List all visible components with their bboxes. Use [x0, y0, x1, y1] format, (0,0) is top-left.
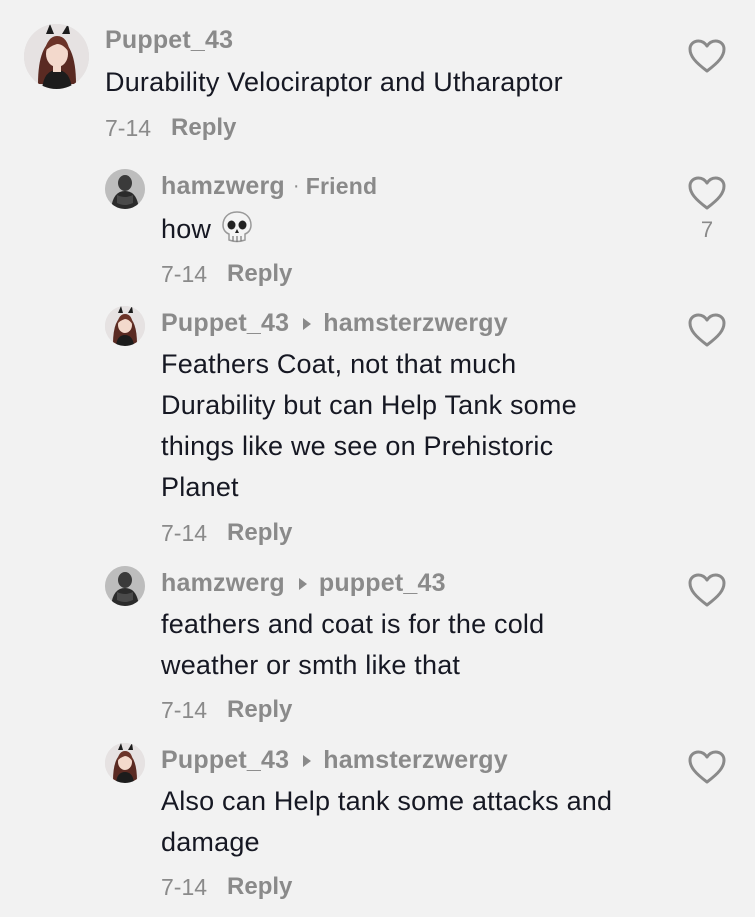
comment-text: Feathers Coat, not that much Durability …: [161, 344, 577, 508]
comment-header: hamzwerg puppet_43: [161, 569, 446, 598]
comment-date: 7-14: [161, 696, 208, 723]
username[interactable]: hamzwerg: [161, 172, 285, 201]
comment-text: feathers and coat is for the cold weathe…: [161, 604, 544, 686]
anime-girl-avatar-icon: [24, 24, 89, 89]
comment-header: Puppet_43: [105, 26, 233, 55]
reply-target-username[interactable]: puppet_43: [319, 569, 446, 598]
heart-icon: [688, 750, 726, 784]
like-button[interactable]: [686, 572, 728, 608]
avatar[interactable]: [24, 24, 89, 89]
comment-header: Puppet_43 hamsterzwergy: [161, 309, 508, 338]
like-button[interactable]: [686, 749, 728, 785]
anime-girl-avatar-icon: [105, 743, 145, 783]
reply-button[interactable]: Reply: [171, 114, 236, 142]
reply-button[interactable]: Reply: [227, 873, 292, 901]
comment-text-line: Planet: [161, 472, 239, 502]
comment-footer: 7-14 Reply: [161, 873, 292, 901]
heart-icon: [688, 313, 726, 347]
comment-text: Also can Help tank some attacks and dama…: [161, 781, 612, 863]
heart-icon: [688, 39, 726, 73]
username[interactable]: hamzwerg: [161, 569, 285, 598]
like-button[interactable]: 7: [686, 175, 728, 243]
comment-date: 7-14: [161, 519, 208, 546]
comment-text-line: Feathers Coat, not that much: [161, 349, 517, 379]
comment-text: Durability Velociraptor and Utharaptor: [105, 67, 563, 97]
avatar[interactable]: [105, 169, 145, 209]
comment-text-line: Also can Help tank some attacks and: [161, 786, 613, 816]
reply-button[interactable]: Reply: [227, 696, 292, 724]
comment-header: Puppet_43 hamsterzwergy: [161, 746, 508, 775]
reply-target-username[interactable]: hamsterzwergy: [323, 309, 508, 338]
anime-girl-avatar-icon: [105, 306, 145, 346]
comment-header: hamzwerg · Friend: [161, 172, 377, 201]
avatar[interactable]: [105, 306, 145, 346]
like-button[interactable]: [686, 38, 728, 74]
comment-date: 7-14: [161, 260, 208, 287]
reply-arrow-icon: [303, 317, 312, 330]
friend-badge: Friend: [305, 173, 378, 199]
comment-footer: 7-14 Reply: [161, 260, 292, 288]
comment-footer: 7-14 Reply: [161, 519, 292, 547]
comment-text: how: [161, 209, 253, 250]
reply-button[interactable]: Reply: [227, 260, 292, 288]
username[interactable]: Puppet_43: [161, 746, 289, 775]
avatar[interactable]: [105, 743, 145, 783]
username[interactable]: Puppet_43: [161, 309, 289, 338]
like-count: 7: [700, 217, 714, 242]
comment-text-line: feathers and coat is for the cold: [161, 609, 545, 639]
comment-text-line: weather or smth like that: [161, 650, 461, 680]
reply-button[interactable]: Reply: [227, 519, 292, 547]
comment-text-line: things like we see on Prehistoric: [161, 431, 554, 461]
comment-text-line: damage: [161, 827, 260, 857]
heart-icon: [688, 176, 726, 210]
reply-arrow-icon: [303, 754, 312, 767]
comment-footer: 7-14 Reply: [105, 114, 236, 142]
comment-date: 7-14: [105, 114, 152, 141]
separator-dot: ·: [292, 175, 300, 197]
statue-avatar-icon: [105, 566, 145, 606]
comment-thread: Puppet_43 Durability Velociraptor and Ut…: [0, 0, 755, 917]
comment-text-line: Durability but can Help Tank some: [161, 390, 577, 420]
comment-date: 7-14: [161, 873, 208, 900]
comment-text-content: how: [161, 214, 212, 244]
statue-avatar-icon: [105, 169, 145, 209]
username[interactable]: Puppet_43: [105, 26, 233, 55]
reply-target-username[interactable]: hamsterzwergy: [323, 746, 508, 775]
avatar[interactable]: [105, 566, 145, 606]
reply-arrow-icon: [298, 577, 307, 590]
like-button[interactable]: [686, 312, 728, 348]
comment-footer: 7-14 Reply: [161, 696, 292, 724]
heart-icon: [688, 573, 726, 607]
skull-emoji-icon: [221, 210, 253, 244]
